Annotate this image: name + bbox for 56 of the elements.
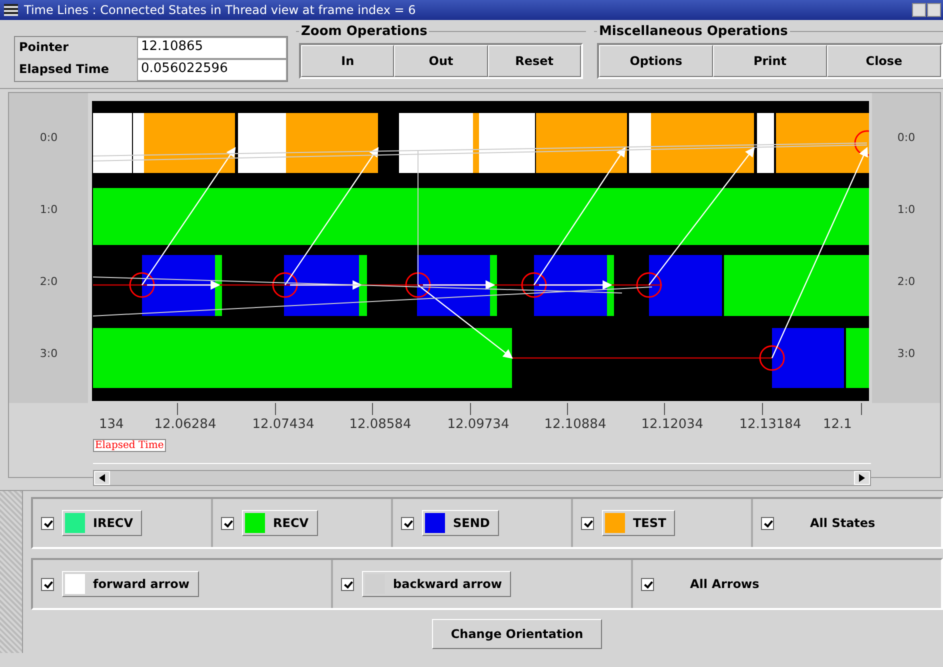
thread-label: 3:0	[896, 346, 916, 362]
legend-button[interactable]: RECV	[242, 510, 318, 536]
window-title: Time Lines : Connected States in Thread view at frame index = 6	[24, 3, 417, 17]
minimize-icon[interactable]	[912, 3, 926, 17]
group-title: Zoom Operations	[300, 24, 428, 39]
toolbar-button[interactable]: In	[301, 45, 394, 77]
legend-button[interactable]: forward arrow	[62, 571, 199, 597]
checkbox[interactable]	[401, 516, 414, 530]
thread-label: 2:0	[896, 274, 916, 290]
legend-button[interactable]: TEST	[602, 510, 676, 536]
value-field[interactable]: 12.10865	[137, 37, 287, 59]
menu-icon[interactable]	[4, 4, 18, 16]
axis-tick-label: 12.09734	[447, 417, 510, 432]
toolbar-button[interactable]: Options	[599, 45, 713, 77]
legend-button[interactable]: SEND	[422, 510, 499, 536]
thread-label: 2:0	[38, 274, 59, 290]
axis-tick-label: 12.07434	[252, 417, 314, 432]
thread-label: 0:0	[896, 130, 916, 146]
maximize-icon[interactable]	[927, 3, 941, 17]
axis-tick-label: 12.1	[823, 417, 852, 432]
checkbox[interactable]	[641, 578, 654, 590]
checkbox[interactable]	[41, 578, 54, 590]
toolbar-button[interactable]: Close	[827, 45, 941, 77]
checkbox-label: All Arrows	[690, 577, 760, 591]
thread-label: 1:0	[896, 202, 916, 218]
field-label: Elapsed Time	[18, 61, 110, 78]
horizontal-scrollbar[interactable]	[93, 470, 871, 486]
thread-label: 0:0	[38, 130, 59, 146]
field-label: Pointer	[18, 39, 70, 56]
checkbox[interactable]	[41, 516, 54, 530]
axis-tick-label: 12.08584	[349, 417, 412, 432]
toolbar-button[interactable]: Print	[713, 45, 827, 77]
group-title: Miscellaneous Operations	[598, 24, 789, 39]
checkbox[interactable]	[581, 516, 594, 530]
axis-tick-label: 12.10884	[544, 417, 606, 432]
thread-label: 1:0	[38, 202, 59, 218]
resize-grip[interactable]	[0, 491, 23, 653]
axis-tick-label: 12.06284	[154, 417, 216, 432]
checkbox-label: All States	[810, 516, 876, 530]
change-orientation-button[interactable]: Change Orientation	[432, 619, 602, 649]
thread-label: 3:0	[38, 346, 59, 362]
axis-tick-label: 134	[99, 417, 124, 432]
checkbox[interactable]	[341, 578, 354, 590]
checkbox[interactable]	[221, 516, 234, 530]
legend-button[interactable]: backward arrow	[362, 571, 511, 597]
timeline-drawing[interactable]	[92, 101, 870, 401]
toolbar-button[interactable]: Out	[394, 45, 488, 77]
scroll-left-icon[interactable]	[94, 471, 110, 485]
toolbar-button[interactable]: Reset	[488, 45, 581, 77]
scroll-right-icon[interactable]	[854, 471, 870, 485]
value-field[interactable]: 0.056022596	[137, 59, 287, 81]
axis-tick-label: 12.13184	[739, 417, 802, 432]
axis-label: Elapsed Time	[93, 439, 166, 452]
legend-button[interactable]: IRECV	[62, 510, 142, 536]
checkbox[interactable]	[761, 516, 774, 530]
axis-tick-label: 12.12034	[641, 417, 704, 432]
